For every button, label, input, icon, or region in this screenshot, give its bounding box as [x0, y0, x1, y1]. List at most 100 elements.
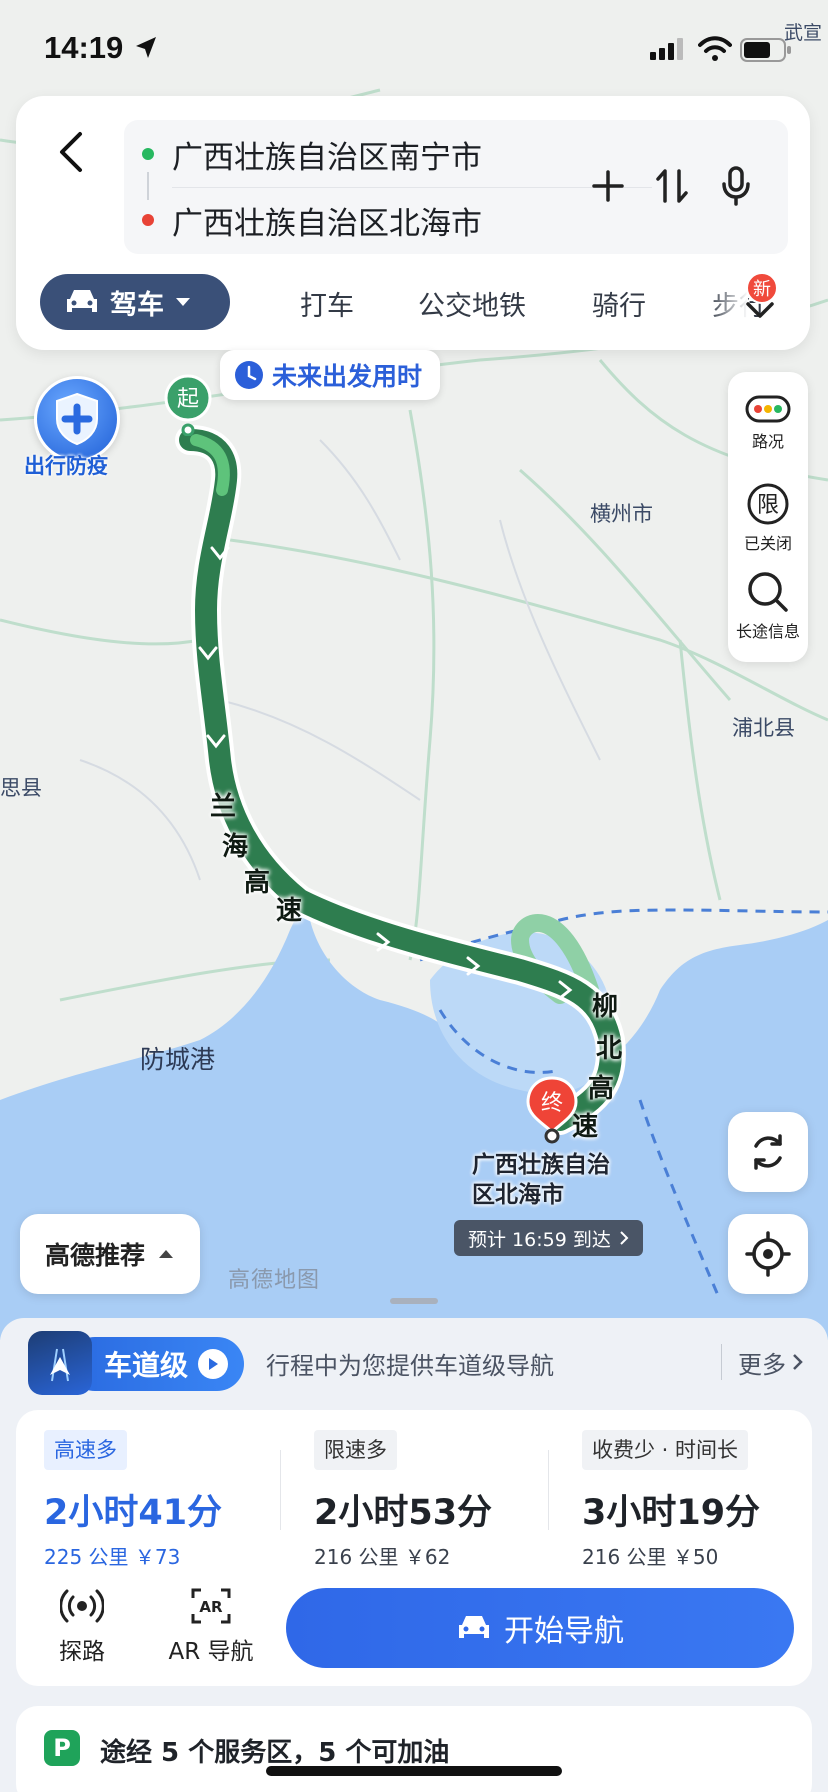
origin-field[interactable]: 广西壮族自治区南宁市	[142, 124, 482, 184]
restriction-toggle[interactable]: 限 已关闭	[728, 482, 808, 554]
recommend-sort-button[interactable]: 高德推荐	[20, 1214, 200, 1294]
route-plan-meta: 216 公里 ￥50	[582, 1541, 802, 1570]
signal-icon	[650, 38, 683, 60]
restriction-glyph: 限	[757, 493, 779, 518]
ar-nav-button[interactable]: AR AR 导航	[156, 1586, 266, 1666]
tab-transit[interactable]: 公交地铁	[418, 284, 526, 323]
restriction-icon: 限	[747, 483, 789, 525]
lane-nav-more-label: 更多	[738, 1350, 786, 1379]
place-label-siyuan: 思县	[0, 776, 42, 800]
traffic-label: 路况	[751, 432, 784, 451]
road-name-char: 高	[588, 1074, 615, 1104]
route-options-card: 高速多 2小时41分 225 公里 ￥73 限速多 2小时53分 216 公里 …	[16, 1410, 812, 1686]
car-icon	[459, 1616, 489, 1638]
explore-route-button[interactable]: 探路	[32, 1586, 132, 1666]
route-plan-duration: 2小时53分	[314, 1493, 493, 1533]
route-plan-cost: ￥50	[672, 1545, 719, 1569]
tab-cycle[interactable]: 骑行	[592, 284, 646, 323]
road-name-char: 兰	[210, 792, 237, 822]
more-modes-button[interactable]: 新	[740, 272, 790, 332]
refresh-icon	[754, 1134, 782, 1170]
future-departure-button[interactable]: 未来出发用时	[220, 350, 441, 400]
origin-text: 广西壮族自治区南宁市	[172, 139, 482, 176]
swap-route-button[interactable]	[650, 162, 694, 210]
place-label-pubei: 浦北县	[732, 716, 795, 740]
parking-icon: P	[44, 1730, 80, 1766]
route-panel: 车道级 行程中为您提供车道级导航 更多 高速多 2小时41分 225 公里 ￥7…	[0, 1318, 828, 1792]
travel-mode-tabs: 驾车 打车 公交地铁 骑行 步行 新	[40, 272, 810, 332]
ar-nav-label: AR 导航	[168, 1639, 254, 1665]
recommend-label: 高德推荐	[44, 1241, 145, 1270]
destination-field[interactable]: 广西壮族自治区北海市	[142, 190, 482, 250]
locate-me-button[interactable]	[728, 1214, 808, 1294]
road-name-char: 北	[596, 1034, 623, 1064]
lane-nav-label: 车道级	[104, 1349, 189, 1382]
eta-text: 预计 16:59 到达	[468, 1228, 611, 1251]
ar-icon: AR	[191, 1588, 231, 1624]
lane-nav-description: 行程中为您提供车道级导航	[266, 1351, 554, 1380]
map-side-toolbar: 路况 限 已关闭 长途信息	[728, 372, 808, 662]
location-arrow-icon	[136, 37, 156, 58]
route-plan-2[interactable]: 限速多 2小时53分 216 公里 ￥62	[314, 1430, 550, 1570]
route-plan-distance: 216 公里	[314, 1545, 399, 1569]
route-plan-meta: 216 公里 ￥62	[314, 1541, 550, 1570]
end-pin-label: 终	[541, 1091, 563, 1116]
route-plan-cost: ￥62	[404, 1545, 451, 1569]
start-navigation-button[interactable]: 开始导航	[286, 1588, 794, 1668]
destination-label: 广西壮族自治 区北海市	[472, 1150, 610, 1210]
route-plan-tag: 限速多	[314, 1430, 397, 1470]
eta-tag[interactable]: 预计 16:59 到达	[454, 1220, 643, 1256]
place-label-fangchenggang: 防城港	[140, 1045, 216, 1074]
destination-label-line1: 广西壮族自治	[472, 1152, 610, 1178]
long-trip-info[interactable]: 长途信息	[728, 570, 808, 642]
route-plan-duration: 3小时19分	[582, 1493, 761, 1533]
route-plan-tag: 收费少 · 时间长	[582, 1430, 749, 1470]
epidemic-label: 出行防疫	[24, 454, 108, 478]
tab-taxi[interactable]: 打车	[300, 284, 354, 323]
route-divider	[172, 187, 652, 188]
search-icon	[748, 572, 788, 612]
plan-separator	[548, 1450, 549, 1530]
destination-text: 广西壮族自治区北海市	[172, 205, 482, 242]
road-name-char: 海	[222, 832, 249, 862]
end-pin-icon[interactable]: 终	[524, 1076, 580, 1144]
traffic-toggle[interactable]: 路况	[728, 394, 808, 452]
origin-dot-icon	[142, 148, 154, 160]
route-plan-duration: 2小时41分	[44, 1493, 223, 1533]
service-area-card[interactable]: P 途经 5 个服务区，5 个可加油	[16, 1706, 812, 1792]
chevron-right-icon	[620, 1231, 629, 1245]
start-navigation-label: 开始导航	[504, 1614, 624, 1649]
destination-label-line2: 区北海市	[472, 1182, 564, 1208]
status-bar: 14:19	[0, 0, 828, 100]
road-name-char: 柳	[592, 992, 619, 1022]
start-pin-label: 起	[177, 387, 199, 412]
microphone-icon	[722, 166, 750, 206]
caret-down-icon	[176, 298, 190, 306]
sheet-handle[interactable]	[390, 1298, 438, 1304]
voice-input-button[interactable]	[714, 162, 758, 210]
epidemic-info-button[interactable]: 出行防疫	[22, 376, 132, 486]
status-time: 14:19	[44, 30, 124, 65]
route-plan-1[interactable]: 高速多 2小时41分 225 公里 ￥73	[44, 1430, 280, 1570]
locate-icon	[745, 1231, 791, 1277]
lane-nav-more[interactable]: 更多	[721, 1344, 804, 1380]
lane-nav-icon	[28, 1331, 92, 1395]
lane-nav-bar[interactable]: 车道级 行程中为您提供车道级导航 更多	[28, 1331, 808, 1395]
refresh-route-button[interactable]	[728, 1112, 808, 1192]
clock-icon	[235, 361, 263, 389]
route-plan-3[interactable]: 收费少 · 时间长 3小时19分 216 公里 ￥50	[582, 1430, 802, 1570]
start-pin-icon[interactable]: 起	[162, 374, 214, 436]
tab-drive[interactable]: 驾车	[40, 274, 230, 330]
lane-nav-badge[interactable]: 车道级	[28, 1331, 244, 1395]
chevron-right-icon	[793, 1354, 803, 1370]
long-trip-label: 长途信息	[735, 622, 800, 641]
road-name-char: 高	[244, 868, 271, 898]
route-plan-distance: 216 公里	[582, 1545, 667, 1569]
back-arrow-icon[interactable]	[46, 122, 96, 182]
route-actions	[586, 162, 758, 210]
route-plan-cost: ￥73	[134, 1545, 181, 1569]
add-waypoint-button[interactable]	[586, 162, 630, 210]
route-plan-tag: 高速多	[44, 1430, 127, 1470]
route-input-box: 广西壮族自治区南宁市 广西壮族自治区北海市	[124, 120, 788, 254]
home-indicator	[266, 1766, 562, 1776]
